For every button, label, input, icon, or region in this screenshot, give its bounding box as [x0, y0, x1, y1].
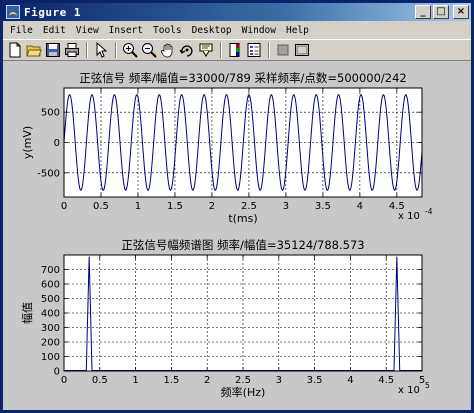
y-tick-label: 500 [41, 294, 60, 305]
x-exponent-base-1: x 10 [398, 211, 420, 222]
zoom-out-button[interactable] [140, 41, 158, 59]
x-exponent-base-2: x 10 [398, 385, 420, 396]
menu-edit[interactable]: Edit [38, 25, 71, 36]
save-button[interactable] [44, 41, 62, 59]
rotate-3d-button[interactable] [178, 41, 196, 59]
chart-title-1: 正弦信号 频率/幅值=33000/789 采样频率/点数=500000/242 [79, 71, 406, 85]
pan-hand-icon [161, 43, 173, 58]
y-tick-label: 0 [54, 138, 60, 149]
save-icon [46, 43, 60, 57]
x-tick-label: 2.5 [235, 375, 251, 386]
y-tick-label: 100 [41, 352, 60, 363]
menu-bar: File Edit View Insert Tools Desktop Wind… [3, 21, 471, 39]
toolbar-separator [268, 42, 270, 58]
insert-legend-button[interactable] [245, 41, 263, 59]
rotate-3d-icon [179, 45, 193, 57]
menu-file[interactable]: File [5, 25, 38, 36]
insert-legend-icon [247, 43, 261, 57]
print-button[interactable] [63, 41, 81, 59]
show-plot-tools-button[interactable] [293, 41, 311, 59]
new-file-icon [9, 42, 21, 58]
matlab-figure-icon [6, 5, 20, 19]
menu-desktop[interactable]: Desktop [187, 25, 237, 36]
x-tick-label: 2 [204, 375, 210, 386]
maximize-button[interactable]: □ [433, 5, 449, 19]
y-tick-label: -500 [37, 168, 60, 179]
open-folder-icon [26, 45, 42, 57]
x-tick-label: 0 [61, 375, 67, 386]
x-tick-label: 1 [132, 375, 138, 386]
x-tick-label: 3.5 [307, 375, 323, 386]
x-tick-label: 0.5 [92, 375, 108, 386]
title-bar[interactable]: Figure 1 _ □ × [3, 3, 471, 21]
data-cursor-button[interactable] [197, 41, 215, 59]
x-exponent-power-2: 5 [425, 381, 430, 390]
y-tick-label: 0 [54, 367, 60, 378]
x-tick-label: 2.5 [241, 201, 257, 212]
y-axis-label-2: 幅值 [21, 302, 34, 324]
y-tick-label: 500 [41, 108, 60, 119]
y-tick-label: 200 [41, 338, 60, 349]
menu-window[interactable]: Window [237, 25, 281, 36]
x-tick-label: 2 [209, 201, 215, 212]
y-tick-label: 700 [41, 265, 60, 276]
insert-colorbar-icon [229, 43, 240, 57]
edit-plot-button[interactable] [92, 41, 110, 59]
y-tick-label: 300 [41, 323, 60, 334]
insert-colorbar-button[interactable] [226, 41, 244, 59]
hide-plot-tools-button[interactable] [274, 41, 292, 59]
figure-canvas: 0 0.5 1 1.5 2 2.5 3 3.5 4 4.5 500 0 -500 正弦信号 频率/幅值=3… [3, 61, 471, 410]
x-axis-label-2: 频率(Hz) [221, 385, 266, 399]
x-tick-label: 1.5 [163, 375, 179, 386]
toolbar-separator [86, 42, 88, 58]
chart-title-2: 正弦信号幅频谱图 频率/幅值=35124/788.573 [121, 238, 364, 252]
y-tick-label: 600 [41, 280, 60, 291]
show-plot-tools-icon [295, 44, 309, 56]
y-tick-label: 400 [41, 309, 60, 320]
window-title: Figure 1 [24, 5, 81, 19]
pointer-icon [96, 42, 108, 58]
x-tick-label: 4 [357, 201, 363, 212]
data-cursor-icon [199, 43, 213, 57]
open-file-button[interactable] [25, 41, 43, 59]
y-axis-label-1: y(mV) [21, 126, 34, 159]
plots-svg: 0 0.5 1 1.5 2 2.5 3 3.5 4 4.55000-500正弦信号 频率/幅值=3… [21, 71, 433, 399]
menu-tools[interactable]: Tools [148, 25, 187, 36]
new-file-button[interactable] [6, 41, 24, 59]
x-tick-label: 0.5 [93, 201, 109, 212]
x-tick-label: 0 [61, 201, 67, 212]
minimize-button[interactable]: _ [415, 5, 431, 19]
x-exponent-power-1: -4 [425, 207, 433, 216]
pan-button[interactable] [159, 41, 177, 59]
zoom-out-icon [142, 43, 157, 58]
figure-toolbar [3, 39, 471, 61]
x-axis-label-1: t(ms) [228, 212, 257, 225]
x-tick-label: 1 [135, 201, 141, 212]
x-tick-label: 3 [283, 201, 289, 212]
x-tick-label: 3.5 [315, 201, 331, 212]
menu-view[interactable]: View [71, 25, 104, 36]
menu-help[interactable]: Help [281, 25, 314, 36]
x-tick-label: 1.5 [167, 201, 183, 212]
zoom-in-button[interactable] [121, 41, 139, 59]
toolbar-separator [220, 42, 222, 58]
print-icon [65, 43, 79, 57]
hide-plot-tools-icon [277, 44, 289, 56]
x-tick-label: 4 [347, 375, 353, 386]
figure-window: Figure 1 _ □ × File Edit View Insert Too… [0, 0, 474, 413]
toolbar-separator [115, 42, 117, 58]
menu-insert[interactable]: Insert [104, 25, 148, 36]
zoom-in-icon [123, 43, 138, 58]
close-button[interactable]: × [453, 5, 469, 19]
x-tick-label: 3 [276, 375, 282, 386]
x-tick-label: 4.5 [378, 375, 394, 386]
